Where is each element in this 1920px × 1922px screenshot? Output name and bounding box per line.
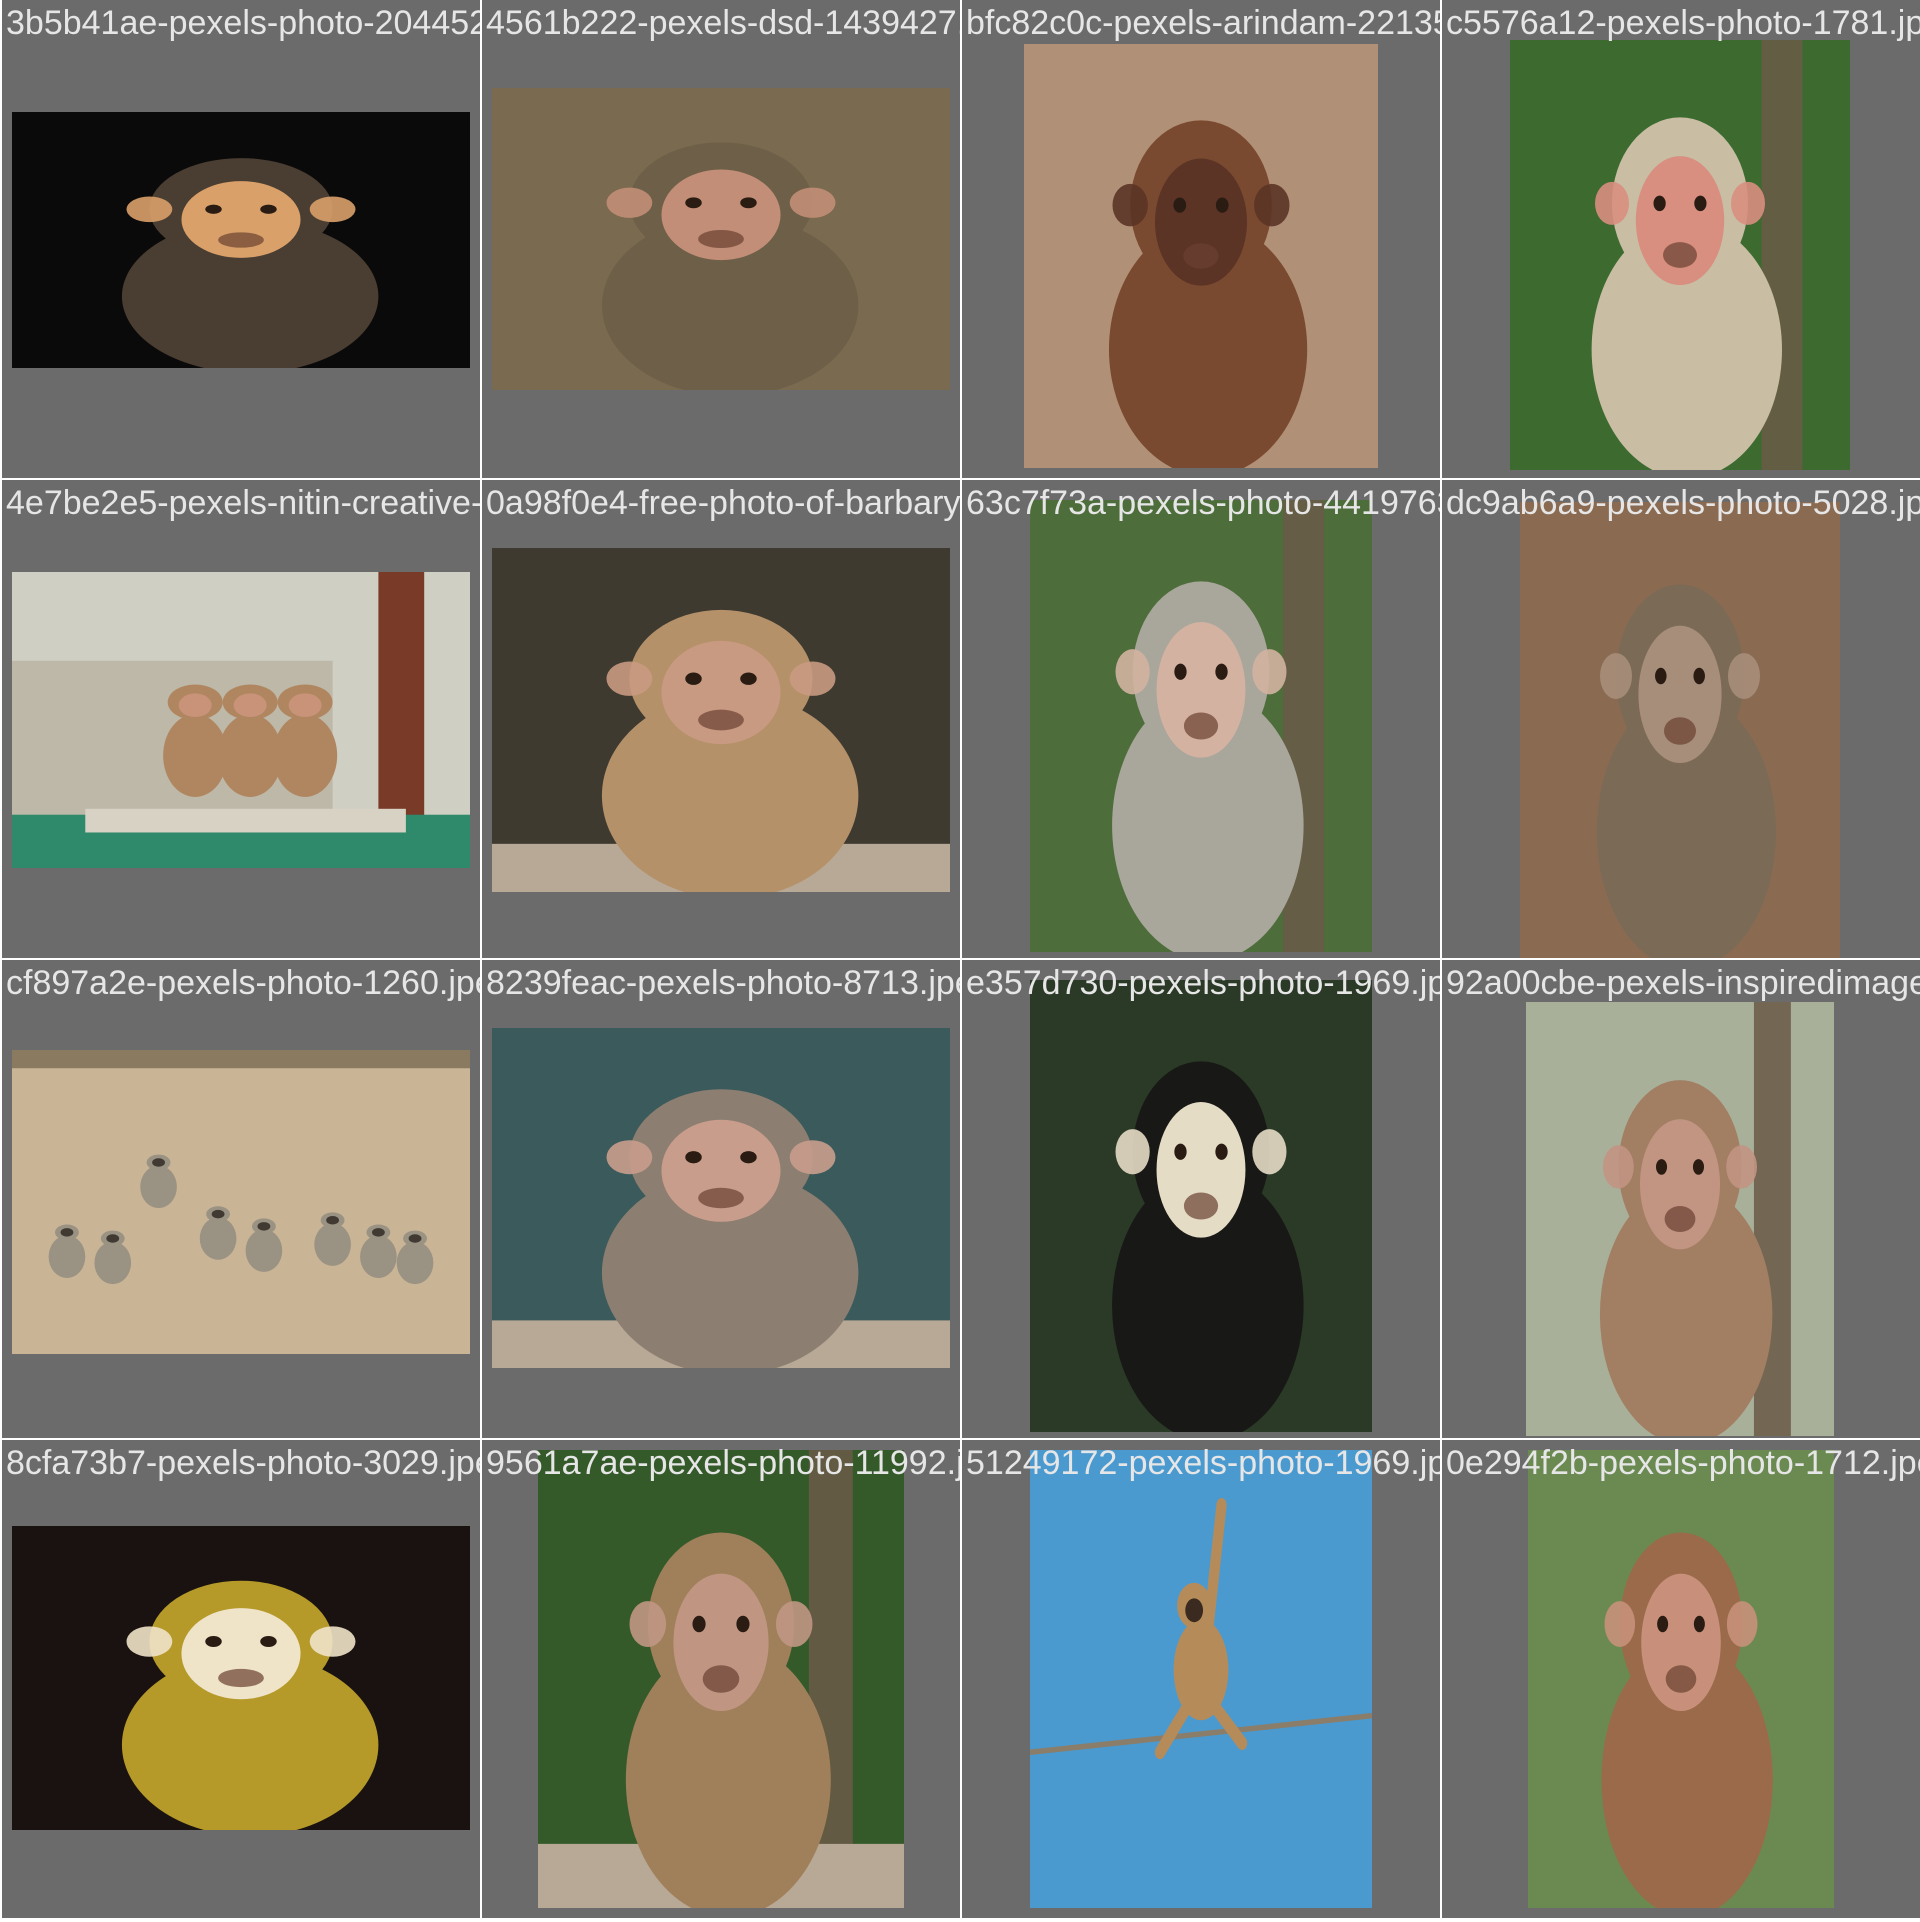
image-tile[interactable]: dc9ab6a9-pexels-photo-5028.jpeg: [1442, 480, 1920, 958]
thumbnail-image: [12, 1526, 470, 1830]
thumbnail-image: [1024, 44, 1378, 468]
thumbnail-image: [12, 572, 470, 868]
thumbnail-image: [1030, 1450, 1372, 1908]
image-caption: c5576a12-pexels-photo-1781.jpeg: [1446, 4, 1920, 42]
thumbnail-image: [1030, 500, 1372, 952]
image-tile[interactable]: bfc82c0c-pexels-arindam-2213575.jpeg: [962, 0, 1440, 478]
thumbnail-image: [1526, 1002, 1834, 1436]
thumbnail-image: [492, 1028, 950, 1368]
thumbnail-image: [492, 88, 950, 390]
image-tile[interactable]: 4e7be2e5-pexels-nitin-creative-2374054.j…: [2, 480, 480, 958]
image-caption: 8cfa73b7-pexels-photo-3029.jpeg: [6, 1444, 480, 1482]
thumbnail-image: [492, 548, 950, 892]
thumbnail-image: [1528, 1450, 1834, 1908]
image-caption: 8239feac-pexels-photo-8713.jpeg: [486, 964, 960, 1002]
image-caption: 3b5b41ae-pexels-photo-2044523.jpeg: [6, 4, 480, 42]
image-tile[interactable]: 92a00cbe-pexels-inspiredimages.jpeg: [1442, 960, 1920, 1438]
image-tile[interactable]: e357d730-pexels-photo-1969.jpeg: [962, 960, 1440, 1438]
image-caption: bfc82c0c-pexels-arindam-2213575.jpeg: [966, 4, 1440, 42]
image-tile[interactable]: 51249172-pexels-photo-1969.jpeg: [962, 1440, 1440, 1918]
image-tile[interactable]: 8cfa73b7-pexels-photo-3029.jpeg: [2, 1440, 480, 1918]
image-tile[interactable]: 4561b222-pexels-dsd-1439427.jpeg: [482, 0, 960, 478]
image-tile[interactable]: 9561a7ae-pexels-photo-11992.jpeg: [482, 1440, 960, 1918]
image-caption: cf897a2e-pexels-photo-1260.jpeg: [6, 964, 480, 1002]
image-tile[interactable]: 3b5b41ae-pexels-photo-2044523.jpeg: [2, 0, 480, 478]
image-grid: 3b5b41ae-pexels-photo-2044523.jpeg 4561b…: [0, 0, 1920, 1922]
image-caption: 4561b222-pexels-dsd-1439427.jpeg: [486, 4, 960, 42]
thumbnail-image: [12, 112, 470, 368]
image-caption: 92a00cbe-pexels-inspiredimages.jpeg: [1446, 964, 1920, 1002]
image-tile[interactable]: cf897a2e-pexels-photo-1260.jpeg: [2, 960, 480, 1438]
image-tile[interactable]: 8239feac-pexels-photo-8713.jpeg: [482, 960, 960, 1438]
image-tile[interactable]: c5576a12-pexels-photo-1781.jpeg: [1442, 0, 1920, 478]
image-caption: 4e7be2e5-pexels-nitin-creative-2374054.j…: [6, 484, 480, 522]
thumbnail-image: [1520, 502, 1840, 958]
image-tile[interactable]: 0e294f2b-pexels-photo-1712.jpeg: [1442, 1440, 1920, 1918]
thumbnail-image: [538, 1450, 904, 1908]
thumbnail-image: [1030, 980, 1372, 1432]
image-caption: 0a98f0e4-free-photo-of-barbary-macaque.j…: [486, 484, 960, 522]
image-tile[interactable]: 63c7f73a-pexels-photo-4419763.jpeg: [962, 480, 1440, 958]
image-tile[interactable]: 0a98f0e4-free-photo-of-barbary-macaque.j…: [482, 480, 960, 958]
thumbnail-image: [12, 1050, 470, 1354]
thumbnail-image: [1510, 40, 1850, 470]
